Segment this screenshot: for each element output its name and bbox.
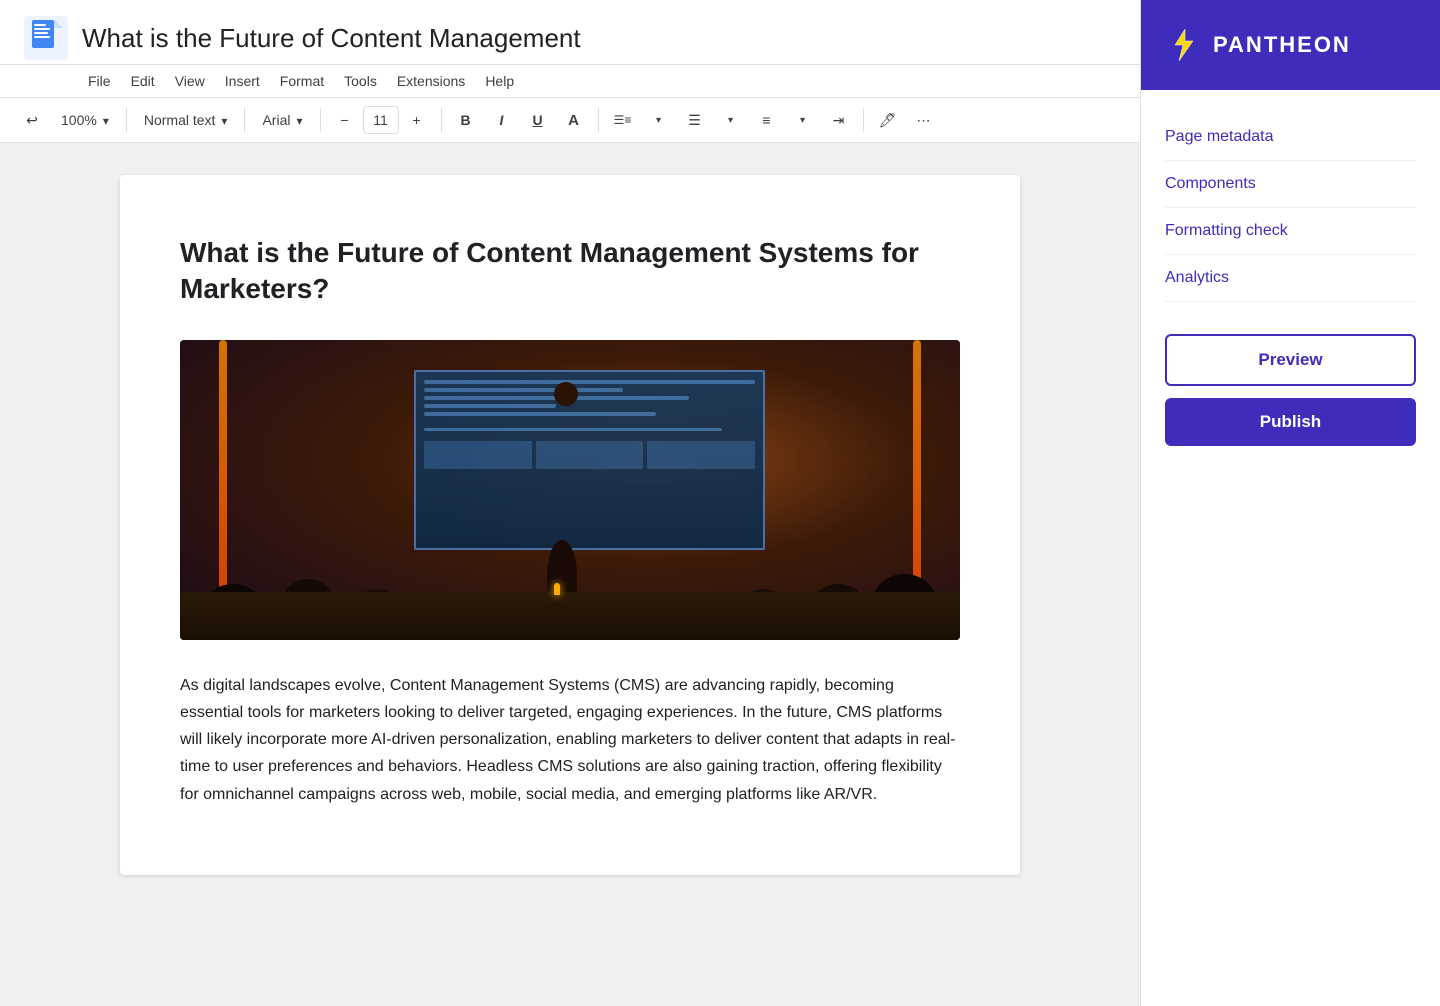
more-tools-button[interactable]: ⋯ xyxy=(908,104,940,136)
menu-extensions[interactable]: Extensions xyxy=(389,69,473,93)
menu-edit[interactable]: Edit xyxy=(123,69,163,93)
text-style-chevron-icon xyxy=(219,112,227,128)
increase-font-button[interactable]: + xyxy=(401,104,433,136)
indented-list-button[interactable]: ☰≡ xyxy=(607,104,639,136)
preview-button[interactable]: Preview xyxy=(1165,334,1416,386)
sidebar-item-components[interactable]: Components xyxy=(1165,161,1416,208)
screen-line xyxy=(424,428,722,431)
highlight-button[interactable]: 🖊 xyxy=(872,104,904,136)
divider xyxy=(863,108,864,132)
screen-line xyxy=(424,380,755,384)
divider xyxy=(598,108,599,132)
sidebar-item-analytics[interactable]: Analytics xyxy=(1165,255,1416,302)
indent-button[interactable]: ⇥ xyxy=(823,104,855,136)
document-page: What is the Future of Content Management… xyxy=(120,175,1020,875)
zoom-select[interactable]: 100% xyxy=(52,107,118,133)
document-title: What is the Future of Content Management xyxy=(82,23,1116,54)
menu-tools[interactable]: Tools xyxy=(336,69,385,93)
menu-view[interactable]: View xyxy=(167,69,213,93)
document-scroll-area[interactable]: What is the Future of Content Management… xyxy=(0,143,1140,1006)
text-style-select[interactable]: Normal text xyxy=(135,107,237,133)
bullet-list-button[interactable]: ☰ xyxy=(679,104,711,136)
pantheon-logo-icon xyxy=(1165,27,1201,63)
undo-button[interactable]: ↩ xyxy=(16,104,48,136)
menu-bar: File Edit View Insert Format Tools Exten… xyxy=(0,65,1140,98)
font-select[interactable]: Arial xyxy=(253,107,311,133)
title-bar: What is the Future of Content Management xyxy=(0,0,1140,65)
italic-button[interactable]: I xyxy=(486,104,518,136)
menu-file[interactable]: File xyxy=(80,69,119,93)
menu-help[interactable]: Help xyxy=(477,69,522,93)
underline-button[interactable]: U xyxy=(522,104,554,136)
chevron-list-icon: ▾ xyxy=(643,104,675,136)
sidebar-item-formatting-check[interactable]: Formatting check xyxy=(1165,208,1416,255)
divider xyxy=(244,108,245,132)
screen-line xyxy=(424,388,623,392)
toolbar: ↩ 100% Normal text Arial − 11 + B I xyxy=(0,98,1140,143)
decrease-font-button[interactable]: − xyxy=(329,104,361,136)
divider xyxy=(441,108,442,132)
font-size-group: − 11 + xyxy=(329,104,433,136)
right-sidebar: PANTHEON Page metadata Components Format… xyxy=(1140,0,1440,1006)
bullet-chevron-icon: ▾ xyxy=(715,104,747,136)
article-body: As digital landscapes evolve, Content Ma… xyxy=(180,672,960,808)
bold-button[interactable]: B xyxy=(450,104,482,136)
main-area: What is the Future of Content Management… xyxy=(0,0,1140,1006)
font-chevron-icon xyxy=(294,112,302,128)
sidebar-item-page-metadata[interactable]: Page metadata xyxy=(1165,114,1416,161)
article-heading: What is the Future of Content Management… xyxy=(180,235,960,308)
publish-button[interactable]: Publish xyxy=(1165,398,1416,446)
menu-insert[interactable]: Insert xyxy=(217,69,268,93)
font-size-display[interactable]: 11 xyxy=(363,106,399,134)
screen-line xyxy=(424,404,556,408)
pantheon-header: PANTHEON xyxy=(1141,0,1440,90)
numbered-list-button[interactable]: ≡ xyxy=(751,104,783,136)
zoom-chevron-icon xyxy=(101,112,109,128)
font-color-button[interactable]: A xyxy=(558,104,590,136)
menu-format[interactable]: Format xyxy=(272,69,332,93)
sidebar-actions: Preview Publish xyxy=(1141,318,1440,462)
divider xyxy=(320,108,321,132)
pantheon-wordmark: PANTHEON xyxy=(1213,32,1351,58)
projection-screen xyxy=(414,370,765,550)
image-scene xyxy=(180,340,960,640)
numbered-chevron-icon: ▾ xyxy=(787,104,819,136)
screen-line xyxy=(424,412,656,416)
article-image xyxy=(180,340,960,640)
sidebar-nav: Page metadata Components Formatting chec… xyxy=(1141,90,1440,318)
divider xyxy=(126,108,127,132)
doc-icon xyxy=(24,16,68,60)
